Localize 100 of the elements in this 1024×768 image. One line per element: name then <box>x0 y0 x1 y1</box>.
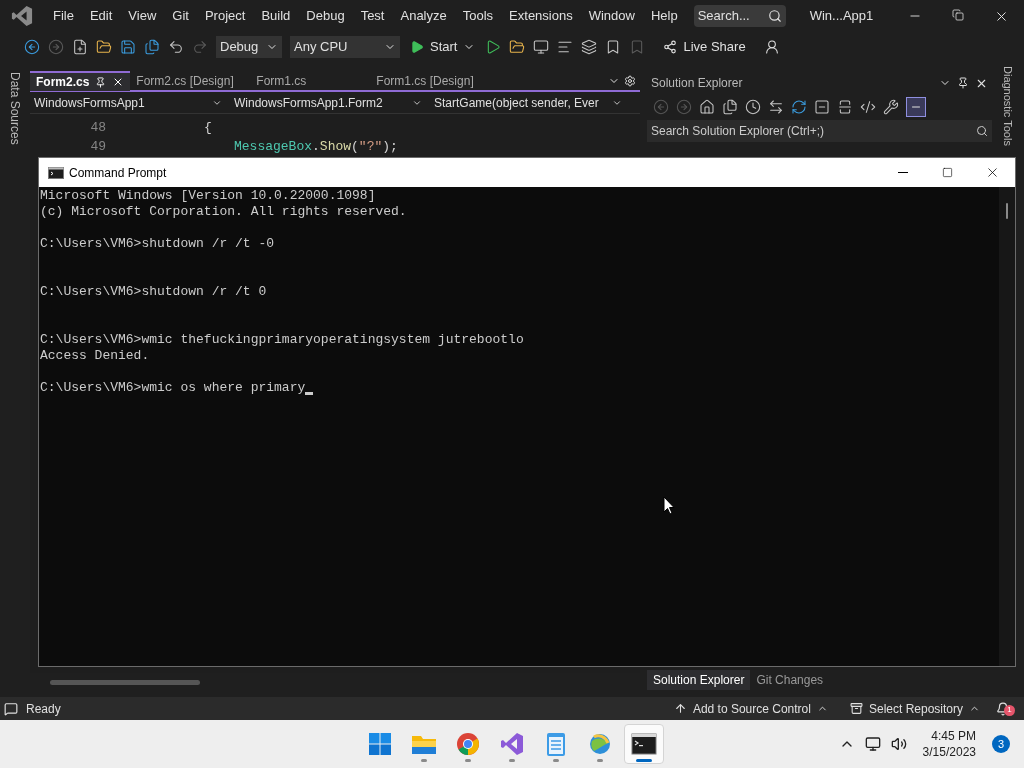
menu-item[interactable]: Build <box>253 6 299 26</box>
menu-item[interactable]: Analyze <box>392 6 455 26</box>
notepad-icon <box>545 731 567 757</box>
menu-item[interactable]: File <box>45 6 82 26</box>
clock-icon[interactable] <box>745 99 761 115</box>
platform-dropdown[interactable]: Any CPU <box>290 36 400 58</box>
menu-item[interactable]: Debug <box>298 6 353 26</box>
save-all-icon[interactable] <box>144 39 160 55</box>
settings-icon[interactable] <box>624 75 636 87</box>
navigation-dropdown[interactable]: WindowsFormsApp1 <box>30 93 226 112</box>
console-output: Access Denied. <box>40 348 151 364</box>
back-icon[interactable] <box>24 39 40 55</box>
windows-start-icon <box>368 732 392 756</box>
switch-views-icon[interactable] <box>722 99 738 115</box>
console-input[interactable]: C:\Users\VM6>wmic os where primary <box>40 380 306 396</box>
console-command: C:\Users\VM6>wmic thefuckingprimaryoperatingsystem jutrebootlo <box>40 332 525 348</box>
save-icon[interactable] <box>120 39 136 55</box>
document-tab[interactable]: Form2.cs <box>30 71 131 91</box>
terminal-icon <box>631 733 657 755</box>
message-icon <box>4 701 18 716</box>
code-line: MessageBox.Show("?"); <box>234 137 398 156</box>
menu-item[interactable]: Edit <box>81 6 121 26</box>
menu-item[interactable]: Help <box>642 6 686 26</box>
repository-button[interactable]: Select Repository <box>849 699 980 718</box>
search-field[interactable]: Search... <box>693 5 786 27</box>
menu-item[interactable]: Tools <box>454 6 502 26</box>
archive-icon <box>849 702 863 715</box>
clock-time[interactable]: 4:45 PM <box>931 728 976 744</box>
share-icon <box>663 40 678 54</box>
menu-item[interactable]: View <box>120 6 165 26</box>
ribbon-logo-icon <box>500 732 524 756</box>
side-tab[interactable]: Data Sources <box>6 72 24 145</box>
navigation-dropdown[interactable]: WindowsFormsApp1.Form2 <box>230 93 426 112</box>
code-icon[interactable] <box>860 99 876 115</box>
status-text: Ready <box>26 700 61 718</box>
menu-item[interactable]: Git <box>164 6 197 26</box>
source-control-button[interactable]: Add to Source Control <box>673 699 828 718</box>
arrow-up-icon <box>673 702 687 715</box>
window-icon[interactable] <box>533 39 550 55</box>
pin-icon[interactable] <box>95 76 107 88</box>
volume-icon[interactable] <box>890 736 907 752</box>
sync-icon[interactable] <box>768 99 784 115</box>
globe-icon <box>588 732 612 756</box>
indent-icon[interactable] <box>557 39 574 55</box>
line-number: 48 <box>89 118 106 137</box>
live-share-button[interactable]: Live Share <box>663 37 746 57</box>
folder-icon[interactable] <box>509 39 526 55</box>
taskbar-button[interactable] <box>624 724 664 764</box>
refresh-icon[interactable] <box>791 99 807 115</box>
document-tab[interactable]: Form1.cs <box>250 71 371 91</box>
mouse-pointer-icon <box>663 496 675 515</box>
notification-badge: 1 <box>1004 704 1015 716</box>
menu-item[interactable]: Extensions <box>501 6 581 26</box>
panel-tab[interactable]: Git Changes <box>750 670 830 690</box>
browser-icon <box>456 732 480 756</box>
app-logo-icon <box>11 5 33 27</box>
panel-title: Solution Explorer <box>651 75 743 92</box>
configuration-dropdown[interactable]: Debug <box>216 36 282 58</box>
menu-item[interactable]: Window <box>580 6 643 26</box>
restore-button[interactable] <box>952 8 964 21</box>
search-icon <box>767 9 782 23</box>
console-line: Microsoft Windows [Version 10.0.22000.1098] <box>40 188 377 204</box>
code-line: { <box>204 118 212 137</box>
open-folder-icon[interactable] <box>96 39 112 55</box>
person-icon[interactable] <box>763 39 780 55</box>
search-field[interactable]: Search Solution Explorer (Ctrl+;) <box>647 120 992 142</box>
search-icon <box>976 125 988 137</box>
collapse-icon[interactable] <box>814 99 830 115</box>
vertical-scrollbar[interactable] <box>999 187 1015 666</box>
copy-icon[interactable] <box>837 99 853 115</box>
close-icon <box>985 165 1000 180</box>
pin-icon[interactable] <box>957 77 969 89</box>
line-number: 49 <box>89 137 106 156</box>
network-icon[interactable] <box>864 736 881 752</box>
play-icon[interactable] <box>485 39 502 55</box>
console-command: C:\Users\VM6>shutdown /r /t -0 <box>40 236 276 252</box>
menu-item[interactable]: Project <box>196 6 254 26</box>
panel-tab[interactable]: Solution Explorer <box>647 670 751 690</box>
console-line: (c) Microsoft Corporation. All rights reserved. <box>40 204 408 220</box>
navigation-dropdown[interactable]: StartGame(object sender, Ever <box>430 93 626 112</box>
document-tab[interactable]: Form2.cs [Design] <box>130 71 251 91</box>
layers-icon[interactable] <box>581 39 598 55</box>
undo-icon[interactable] <box>168 39 184 55</box>
play-icon <box>410 40 424 54</box>
menu-item[interactable]: Test <box>352 6 393 26</box>
window-title: Win...App1 <box>809 7 874 26</box>
console-window-icon <box>48 166 64 179</box>
minimize-icon <box>897 172 908 173</box>
clock-date[interactable]: 3/15/2023 <box>922 744 976 760</box>
home-icon[interactable] <box>699 99 715 115</box>
new-item-icon[interactable] <box>72 39 88 55</box>
maximize-icon <box>942 167 953 178</box>
document-tab[interactable]: Form1.cs [Design] <box>370 71 491 91</box>
start-button[interactable]: Start <box>408 36 478 58</box>
preview-toggle-icon[interactable] <box>906 97 926 117</box>
console-command: C:\Users\VM6>shutdown /r /t 0 <box>40 284 268 300</box>
side-tab[interactable]: Diagnostic Tools <box>1002 66 1014 146</box>
notification-badge[interactable]: 3 <box>992 735 1010 753</box>
wrench-icon[interactable] <box>883 99 899 115</box>
window-title: Command Prompt <box>69 164 167 182</box>
